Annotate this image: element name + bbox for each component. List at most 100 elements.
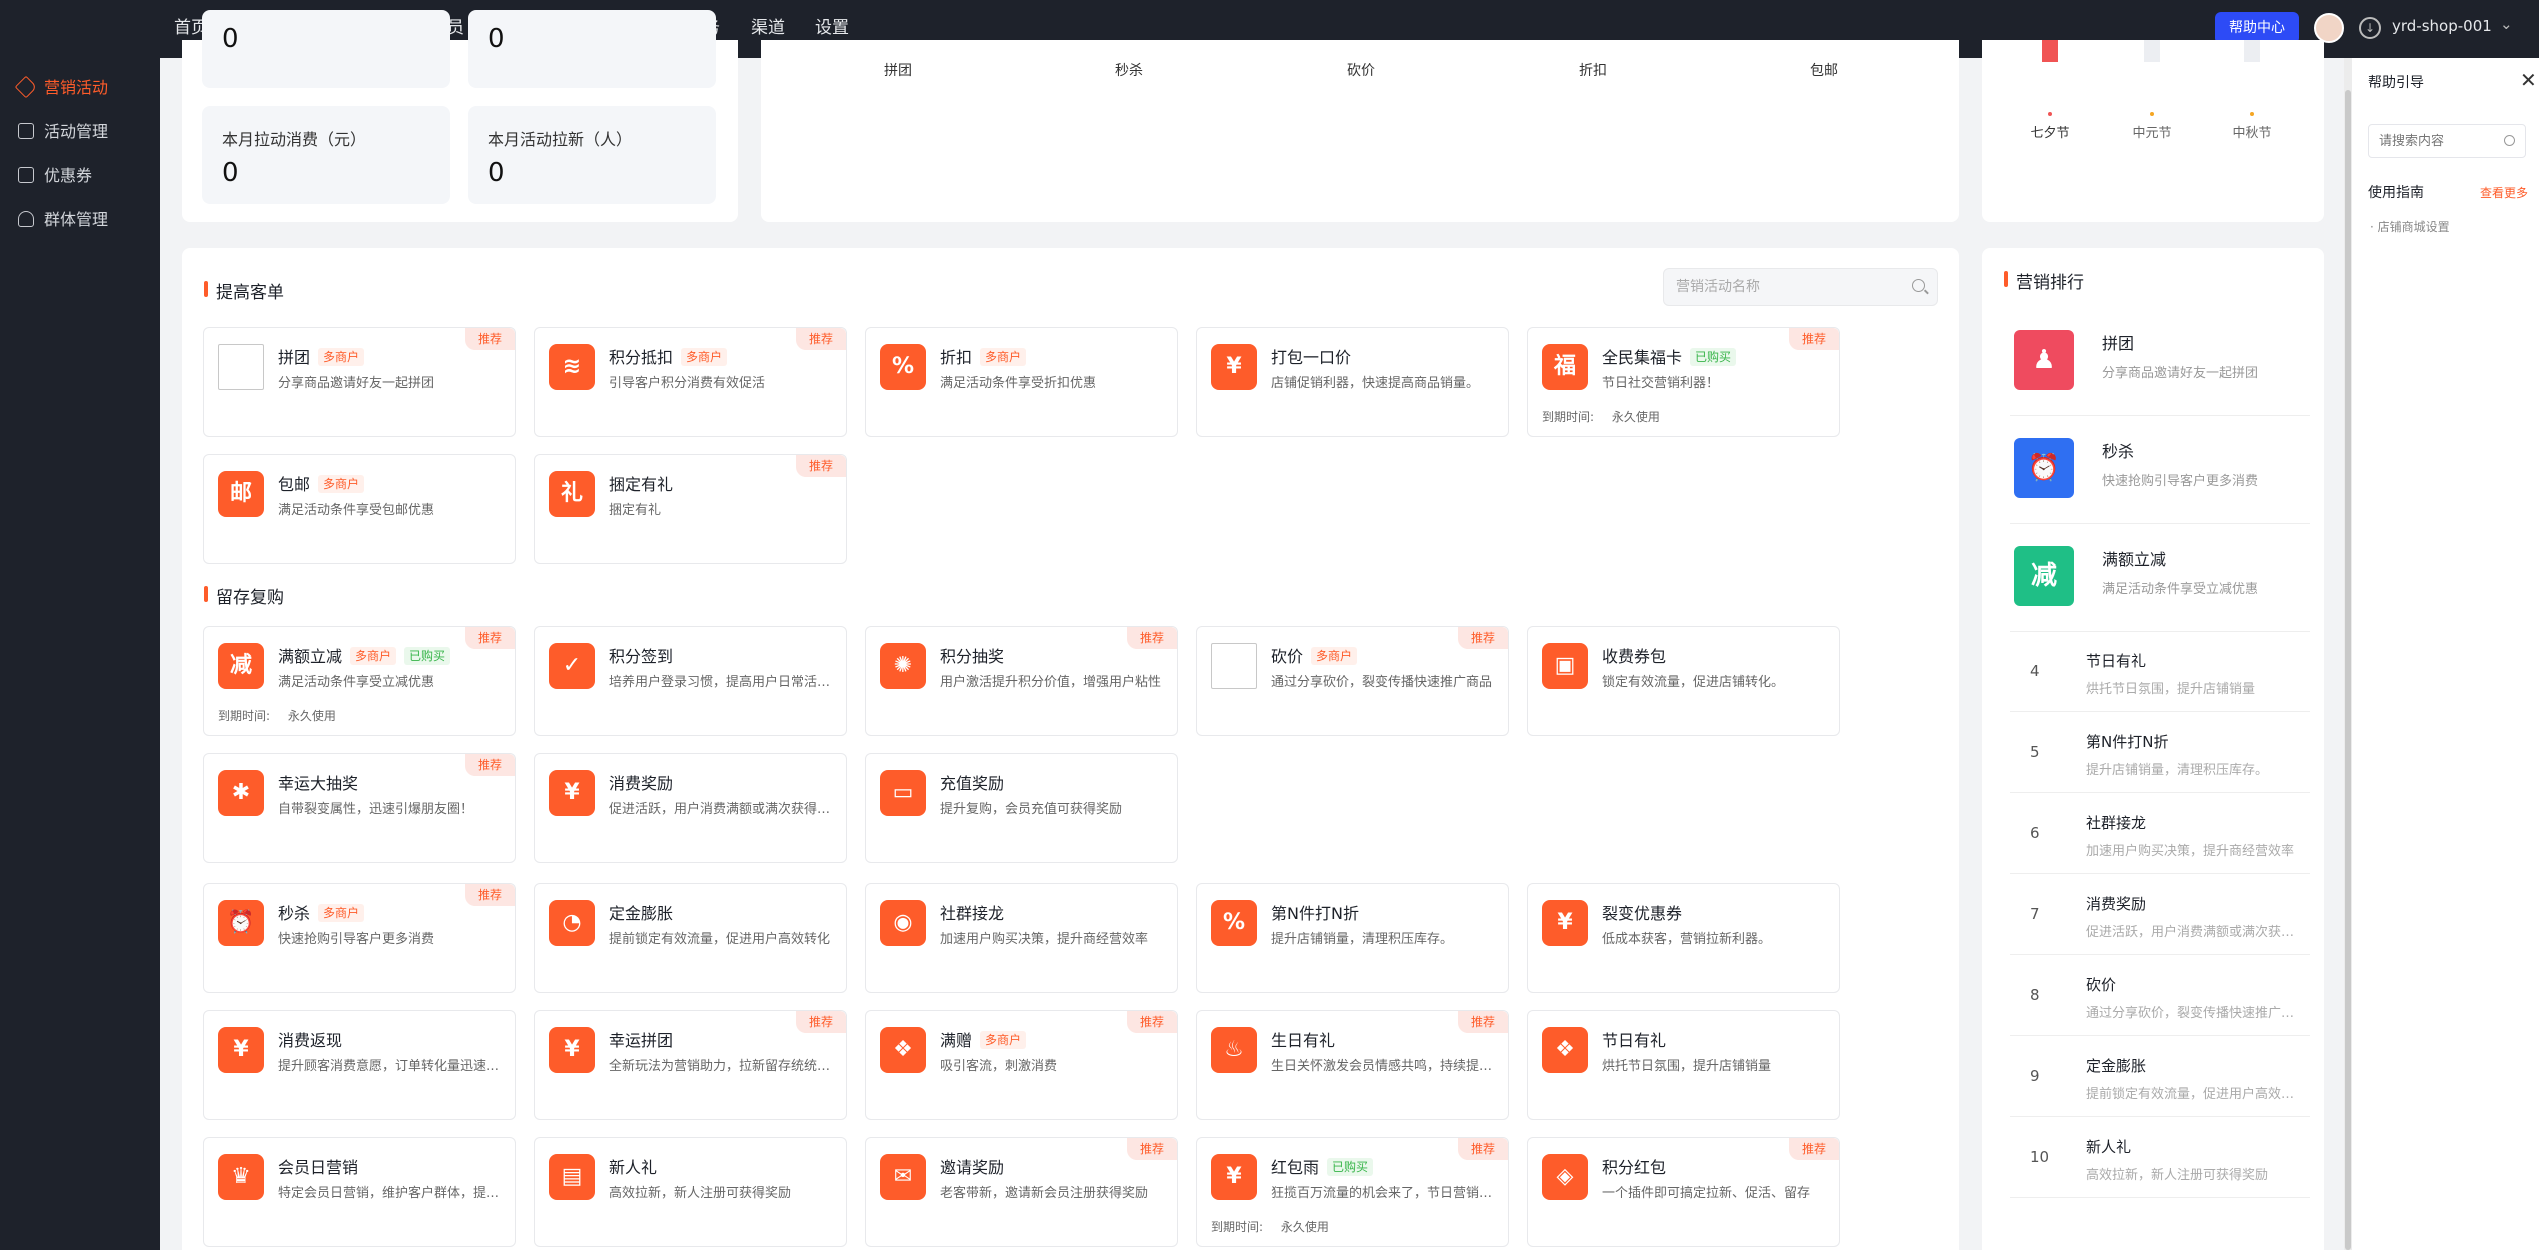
ranking-item-name: 社群接龙: [2086, 814, 2147, 832]
activity-name-text: 满赠: [940, 1031, 973, 1050]
sidebar-item-activity-management[interactable]: 活动管理: [18, 118, 108, 141]
festival-label[interactable]: 中秋节: [2232, 122, 2271, 141]
activity-name: 满赠 多商户: [940, 1027, 1027, 1051]
activity-name-text: 第N件打N折: [1271, 904, 1359, 923]
activity-name: 砍价 多商户: [1271, 643, 1358, 667]
activity-card[interactable]: ◉ 社群接龙 加速用户购买决策，提升商经营效率: [865, 883, 1178, 993]
activity-card[interactable]: 拼团 多商户 分享商品邀请好友一起拼团 推荐: [203, 327, 516, 437]
activity-card[interactable]: 邮包邮 多商户 满足活动条件享受包邮优惠: [203, 454, 516, 564]
see-more-link[interactable]: 查看更多: [2480, 184, 2528, 201]
ranking-number: 6: [2030, 824, 2040, 842]
activity-name: 幸运大抽奖: [278, 770, 358, 794]
ranking-item[interactable]: ♟ 拼团 分享商品邀请好友一起拼团: [2010, 308, 2310, 416]
festival-marker: [2144, 40, 2160, 62]
ranking-item[interactable]: 6 社群接龙 加速用户购买决策，提升商经营效率: [2010, 794, 2310, 874]
chart-tick-label: 拼团: [884, 63, 912, 79]
activity-card[interactable]: ⏰ 秒杀 多商户 快速抢购引导客户更多消费 推荐: [203, 883, 516, 993]
alarm-clock-icon: ⏰: [2014, 438, 2074, 498]
ranking-item[interactable]: 8 砍价 通过分享砍价，裂变传播快速推广商品: [2010, 956, 2310, 1036]
activity-name-text: 收费券包: [1602, 647, 1667, 666]
ranking-item-name: 秒杀: [2102, 442, 2135, 461]
activity-card[interactable]: ♨ 生日有礼 生日关怀激发会员情感共鸣，持续提升复购 推荐: [1196, 1010, 1509, 1120]
festival-label[interactable]: 中元节: [2132, 122, 2171, 141]
sidebar-item-marketing-activity[interactable]: 营销活动: [14, 74, 108, 99]
activity-card[interactable]: ❖ 满赠 多商户 吸引客流，刺激消费 推荐: [865, 1010, 1178, 1120]
help-search-input[interactable]: [2369, 125, 2499, 157]
close-icon[interactable]: ✕: [2520, 68, 2537, 92]
ranking-item[interactable]: 5 第N件打N折 提升店铺销量，清理积压库存。: [2010, 713, 2310, 793]
coupon-icon: [18, 167, 34, 183]
section-title-retention: 留存复购: [204, 583, 284, 608]
search-icon[interactable]: [2504, 135, 2515, 146]
activity-card[interactable]: ▤ 新人礼 高效拉新，新人注册可获得奖励: [534, 1137, 847, 1247]
activity-name-text: 积分抵扣: [609, 348, 674, 367]
coupon-pack-icon: ▣: [1542, 643, 1588, 689]
activity-card[interactable]: ❖ 节日有礼 烘托节日氛围，提升店铺销量: [1527, 1010, 1840, 1120]
activity-name-text: 消费奖励: [609, 774, 674, 793]
birthday-cake-icon: ♨: [1211, 1027, 1257, 1073]
avatar[interactable]: [2314, 13, 2344, 43]
activity-card[interactable]: % 第N件打N折 提升店铺销量，清理积压库存。: [1196, 883, 1509, 993]
activity-card[interactable]: ¥ 打包一口价 店铺促销利器，快速提高商品销量。: [1196, 327, 1509, 437]
activity-card[interactable]: ¥ 消费奖励 促进活跃，用户消费满额或满次获得奖励: [534, 753, 847, 863]
activity-card[interactable]: ▭ 充值奖励 提升复购，会员充值可获得奖励: [865, 753, 1178, 863]
ranking-item[interactable]: 减 满额立减 满足活动条件享受立减优惠: [2010, 524, 2310, 632]
ranking-item[interactable]: 7 消费奖励促进活跃，用户消费满额或满次获得奖励: [2010, 875, 2310, 955]
stat-value: 0: [488, 24, 505, 54]
activity-card[interactable]: ≋ 积分抵扣 多商户 引导客户积分消费有效促活 推荐: [534, 327, 847, 437]
activity-card[interactable]: % 折扣 多商户 满足活动条件享受折扣优惠: [865, 327, 1178, 437]
search-icon[interactable]: [1912, 279, 1925, 292]
activity-card[interactable]: ✉ 邀请奖励 老客带新，邀请新会员注册获得奖励 推荐: [865, 1137, 1178, 1247]
receipt-icon: ¥: [549, 770, 595, 816]
activity-card[interactable]: ¥ 红包雨 已购买 狂揽百万流量的机会来了，节日营销必备 到期时间: 永久使用 推荐: [1196, 1137, 1509, 1247]
activity-card[interactable]: ✓ 积分签到 培养用户登录习惯，提高用户日常活跃度: [534, 626, 847, 736]
ranking-item[interactable]: 10 新人礼 高效拉新，新人注册可获得奖励: [2010, 1118, 2310, 1198]
activity-card[interactable]: ✺ 积分抽奖 用户激活提升积分价值，增强用户粘性 推荐: [865, 626, 1178, 736]
activity-card[interactable]: 砍价 多商户 通过分享砍价，裂变传播快速推广商品 推荐: [1196, 626, 1509, 736]
activity-card[interactable]: ♛ 会员日营销 特定会员日营销，维护客户群体，提高复购: [203, 1137, 516, 1247]
festival-label[interactable]: 七夕节: [2030, 122, 2069, 141]
activity-search-input[interactable]: [1664, 269, 1904, 305]
help-link[interactable]: · 店铺商城设置: [2370, 218, 2450, 235]
purchased-badge: 已购买: [1690, 348, 1737, 366]
activity-name-text: 打包一口价: [1271, 348, 1352, 367]
sidebar-item-group-management[interactable]: 群体管理: [18, 206, 109, 229]
section-title-upsell: 提高客单: [204, 278, 284, 303]
sidebar-item-label: 群体管理: [44, 210, 109, 229]
expiry-value: 永久使用: [1280, 1220, 1329, 1234]
sidebar-item-coupons[interactable]: 优惠券: [18, 162, 92, 185]
activity-card[interactable]: 礼捆定有礼 捆定有礼 推荐: [534, 454, 847, 564]
recommended-badge: 推荐: [465, 754, 515, 776]
activity-card[interactable]: 福全民集福卡 已购买 节日社交营销利器！ 到期时间: 永久使用 推荐: [1527, 327, 1840, 437]
activity-card[interactable]: ▣ 收费券包 锁定有效流量，促进店铺转化。: [1527, 626, 1840, 736]
chevron-down-icon[interactable]: ⌄: [2500, 15, 2513, 33]
chart-tick-label: 砍价: [1347, 63, 1375, 79]
activity-card[interactable]: ✱ 幸运大抽奖 自带裂变属性，迅速引爆朋友圈！ 推荐: [203, 753, 516, 863]
nth-discount-icon: %: [1211, 900, 1257, 946]
activity-card[interactable]: 减满额立减 多商户 已购买 满足活动条件享受立减优惠 到期时间: 永久使用 推荐: [203, 626, 516, 736]
activity-name: 包邮 多商户: [278, 471, 365, 495]
ranking-item-name: 定金膨胀: [2086, 1057, 2147, 1075]
activity-card[interactable]: ◈ 积分红包 一个插件即可搞定拉新、促活、留存 推荐: [1527, 1137, 1840, 1247]
activity-description: 满足活动条件享受包邮优惠: [278, 503, 435, 518]
fu-card-icon: 福: [1542, 344, 1588, 390]
ranking-item[interactable]: ⏰ 秒杀 快速抢购引导客户更多消费: [2010, 416, 2310, 524]
multi-merchant-badge: 多商户: [980, 1031, 1027, 1049]
activity-card[interactable]: ¥ 幸运拼团 全新玩法为营销助力，拉新留存统统搞定 推荐: [534, 1010, 847, 1120]
activity-card[interactable]: ¥ 裂变优惠券 低成本获客，营销拉新利器。: [1527, 883, 1840, 993]
activity-name: 裂变优惠券: [1602, 900, 1682, 924]
chart-tick-label: 秒杀: [1115, 63, 1143, 79]
activity-card[interactable]: ¥ 消费返现 提升顾客消费意愿，订单转化量迅速提升: [203, 1010, 516, 1120]
ranking-item[interactable]: 9 定金膨胀 提前锁定有效流量，促进用户高效转化: [2010, 1037, 2310, 1117]
activity-card[interactable]: ◔ 定金膨胀 提前锁定有效流量，促进用户高效转化: [534, 883, 847, 993]
help-link-label: 店铺商城设置: [2377, 220, 2450, 234]
fission-coupon-icon: ¥: [1542, 900, 1588, 946]
activity-description: 一个插件即可搞定拉新、促活、留存: [1602, 1186, 1811, 1201]
download-icon[interactable]: ↓: [2359, 17, 2381, 39]
shop-name[interactable]: yrd-shop-001: [2392, 17, 2492, 35]
scrollbar-thumb[interactable]: [2345, 90, 2351, 1250]
ranking-item[interactable]: 4 节日有礼 烘托节日氛围，提升店铺销量: [2010, 632, 2310, 712]
activity-description: 店铺促销利器，快速提高商品销量。: [1271, 376, 1480, 391]
invite-icon: ✉: [880, 1154, 926, 1200]
activity-name: 邀请奖励: [940, 1154, 1004, 1178]
